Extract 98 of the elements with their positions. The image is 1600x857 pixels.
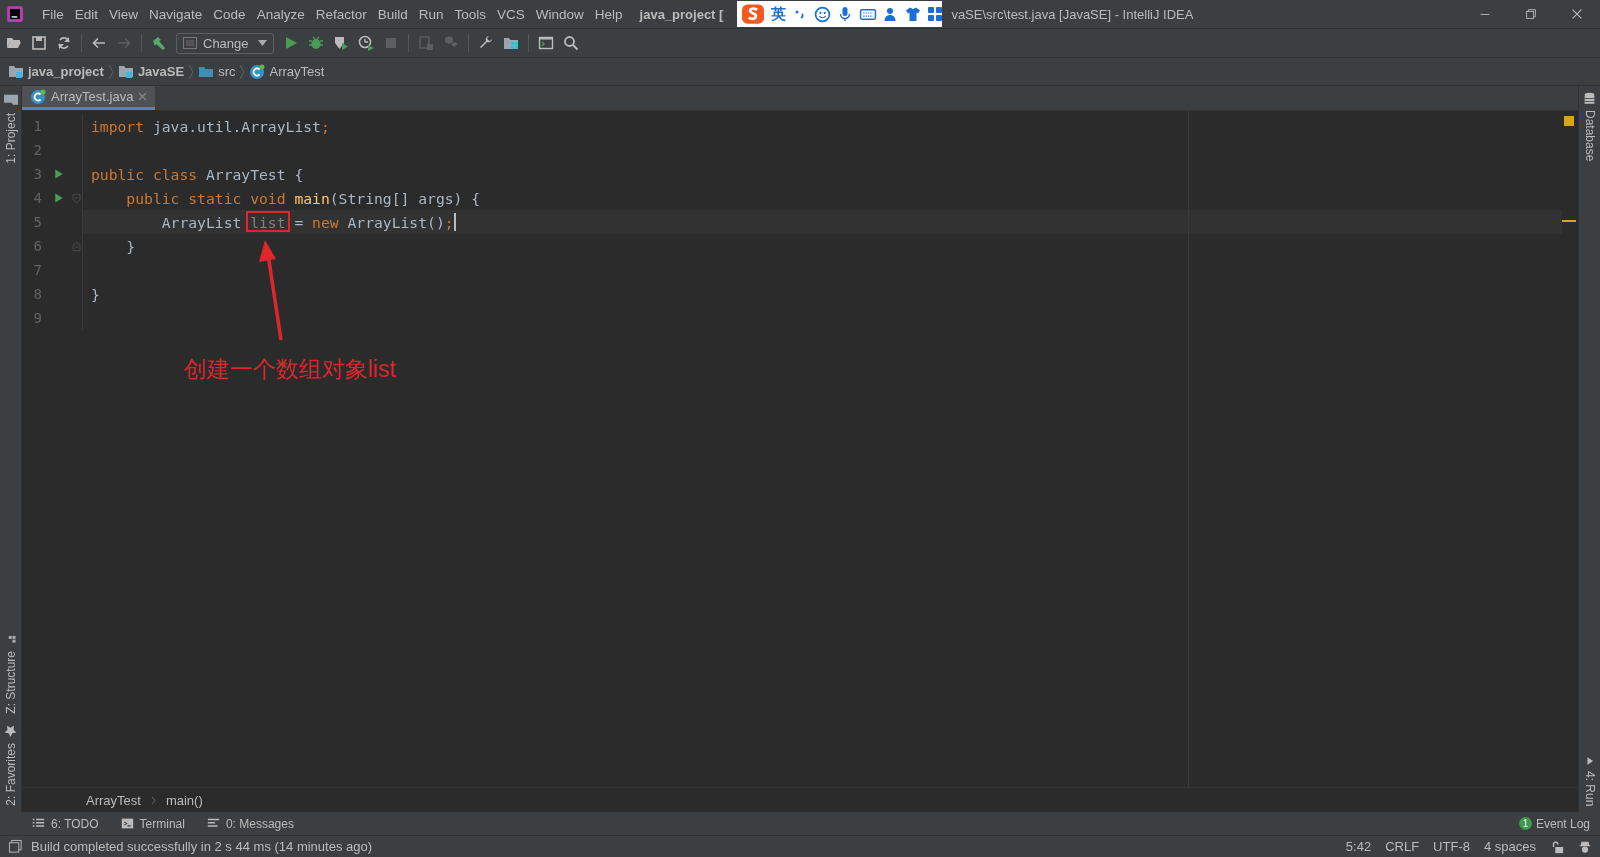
line-number: 6 [32, 238, 42, 254]
menu-item[interactable]: Help [590, 6, 627, 22]
caret-icon [258, 40, 267, 46]
grid-icon[interactable] [927, 6, 943, 22]
tool-window-button[interactable]: 6: TODO [32, 816, 99, 831]
code-line: public class ArrayTest { [91, 165, 304, 183]
line-number: 4 [32, 190, 42, 206]
line-number: 9 [32, 310, 42, 326]
menu-item[interactable]: Refactor [311, 6, 371, 22]
tool-window-button[interactable]: 2: Favorites [3, 719, 18, 812]
shirt-icon[interactable] [905, 6, 921, 22]
menu-item[interactable]: File [38, 6, 68, 22]
editor-tab[interactable]: ArrayTest.java [22, 86, 156, 110]
open-folder-icon[interactable] [6, 35, 22, 51]
menu-item[interactable]: View [105, 6, 143, 22]
class-icon [30, 88, 46, 105]
annotation-label: 创建一个数组对象list [184, 355, 397, 384]
tool-window-button[interactable]: 1: Project [2, 86, 19, 170]
menu-item[interactable]: Run [414, 6, 448, 22]
run-icon[interactable] [283, 35, 299, 51]
hammer-icon[interactable] [151, 35, 167, 51]
project-structure-icon[interactable] [503, 35, 519, 51]
breadcrumb-item[interactable]: ArrayTest [269, 64, 325, 79]
code-line: import java.util.ArrayList; [91, 117, 330, 135]
tool-window-button[interactable]: Z: Structure [3, 627, 18, 720]
messages-icon [206, 817, 220, 830]
star-icon[interactable] [4, 725, 17, 739]
line-separator[interactable]: CRLF [1385, 839, 1420, 854]
save-icon[interactable] [31, 35, 47, 51]
search-icon[interactable] [563, 35, 579, 51]
lock-open-icon[interactable] [1550, 839, 1564, 854]
window-title: vaSE\src\test.java [JavaSE] - IntelliJ IDEA [951, 6, 1194, 22]
menu-item[interactable]: Build [373, 6, 412, 22]
menu-item[interactable]: Navigate [145, 6, 207, 22]
code-line: } [91, 285, 100, 303]
status-message: Build completed successfully in 2 s 44 ms (14 minutes ago) [31, 839, 373, 854]
menu-item[interactable]: Tools [450, 6, 490, 22]
text-caret [453, 213, 456, 231]
app-logo-icon [6, 5, 24, 23]
menu-item[interactable]: Window [531, 6, 588, 22]
code-line: ArrayList list = new ArrayList(); [160, 213, 454, 231]
menu-item[interactable]: Code [209, 6, 250, 22]
run-configuration-dropdown[interactable]: Change [176, 32, 274, 54]
chevron-icon [188, 63, 195, 80]
sync-icon[interactable] [56, 35, 72, 51]
tool-window-button[interactable]: 0: Messages [206, 816, 294, 831]
ime-logo-icon[interactable] [741, 3, 765, 25]
class-icon [249, 63, 266, 80]
terminal-window-icon[interactable] [538, 35, 554, 51]
tool-window-button[interactable]: 4: Run [1582, 749, 1597, 812]
folder-icon[interactable] [2, 92, 19, 108]
tool-window-button[interactable]: Database [1582, 86, 1597, 168]
breadcrumb-item[interactable]: ArrayTest [86, 792, 141, 808]
breadcrumb-item[interactable]: java_project [28, 64, 104, 79]
breadcrumb-item[interactable]: src [218, 64, 236, 79]
run-gutter-icon[interactable] [53, 167, 65, 181]
code-line: public static void main(String[] args) { [125, 189, 481, 207]
line-number: 2 [32, 142, 42, 158]
notification-badge: 1 [1518, 817, 1532, 830]
database-icon[interactable] [1583, 92, 1596, 105]
chevron-icon [107, 63, 114, 80]
tool-window-button[interactable]: Terminal [120, 816, 185, 831]
breadcrumb-item[interactable]: JavaSE [137, 64, 185, 79]
menu-item[interactable]: VCS [493, 6, 529, 22]
line-number: 1 [32, 118, 42, 134]
list-icon [32, 817, 45, 830]
restore-icon[interactable] [1524, 7, 1538, 21]
code-line: } [125, 237, 136, 255]
ime-mode-label[interactable]: 英 [771, 4, 786, 24]
window-title: java_project [ [639, 6, 724, 22]
menu-item[interactable]: Analyze [252, 6, 309, 22]
close-icon[interactable] [1570, 7, 1584, 21]
line-number: 8 [32, 286, 42, 302]
status-toggle-icon[interactable] [8, 839, 23, 854]
line-number: 7 [32, 262, 42, 278]
back-arrow-icon[interactable] [91, 35, 107, 51]
coverage-icon[interactable] [333, 35, 349, 51]
application-icon [183, 37, 197, 49]
line-number: 3 [32, 166, 42, 182]
menu-item[interactable]: Edit [70, 6, 103, 22]
smiley-icon[interactable] [814, 5, 831, 23]
microphone-icon[interactable] [837, 6, 853, 22]
caret-position[interactable]: 5:42 [1345, 839, 1372, 854]
inspector-icon[interactable] [1578, 839, 1592, 854]
breadcrumb-item[interactable]: main() [165, 792, 203, 808]
event-log-button[interactable]: 1 Event Log [1518, 816, 1590, 831]
file-encoding[interactable]: UTF-8 [1433, 839, 1470, 854]
debug-bug-icon[interactable] [308, 35, 324, 51]
profiler-icon[interactable] [358, 35, 374, 51]
run-gutter-icon[interactable] [53, 191, 65, 205]
module-icon [117, 63, 134, 80]
indent-setting[interactable]: 4 spaces [1483, 839, 1536, 854]
terminal-icon [120, 817, 134, 830]
module-icon [8, 63, 24, 80]
line-number: 5 [32, 214, 42, 230]
chevron-icon [239, 63, 246, 80]
wrench-icon[interactable] [478, 35, 494, 51]
chevron-icon [150, 795, 156, 805]
